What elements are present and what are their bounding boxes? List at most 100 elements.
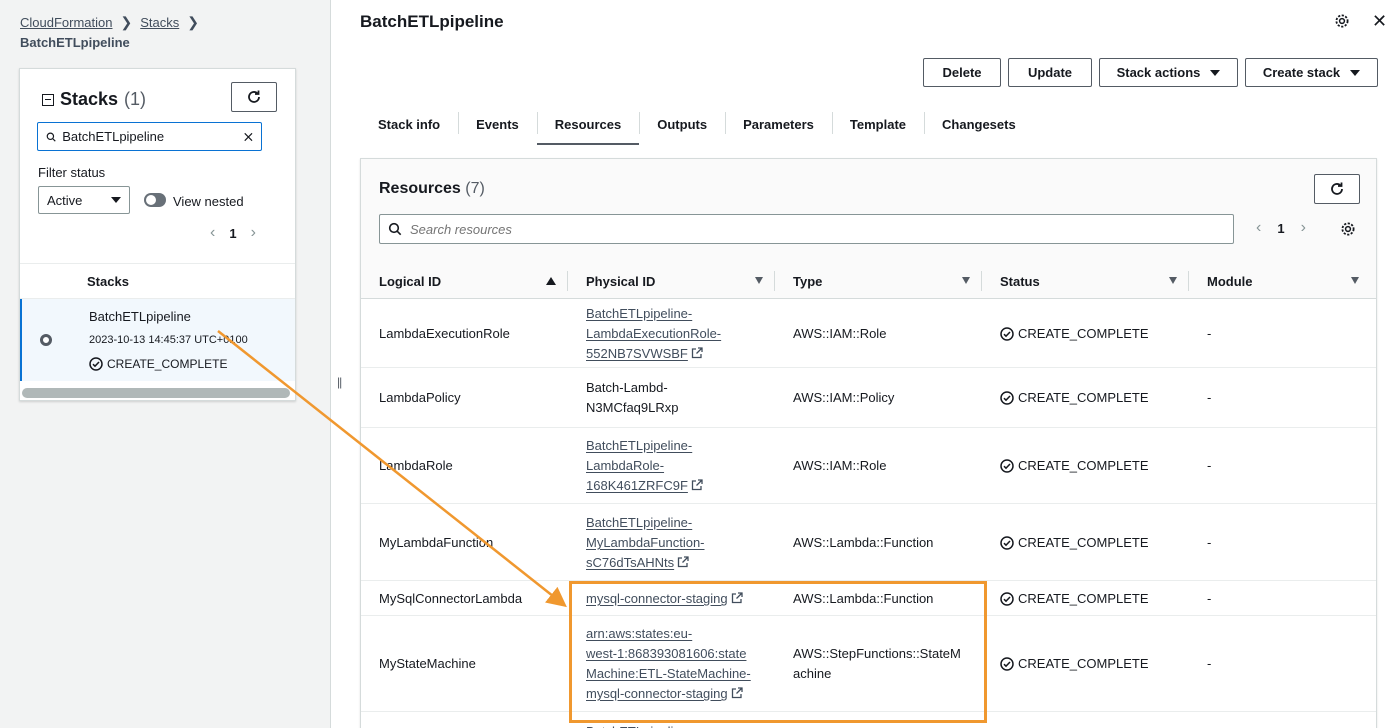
- refresh-icon: [1331, 182, 1343, 195]
- column-label: Physical ID: [586, 273, 656, 289]
- stacks-title: Stacks: [60, 89, 119, 109]
- stacks-card: Stacks (1) Filter status Active View nes…: [19, 68, 296, 401]
- logical-id-cell: MyStateMachine: [379, 656, 476, 671]
- column-header-logical-id[interactable]: Logical ID: [379, 263, 568, 299]
- page-title: BatchETLpipeline: [360, 12, 504, 31]
- physical-id-link[interactable]: BatchETLpipeline-: [586, 306, 692, 321]
- physical-id-link[interactable]: BatchETLpipeline-: [586, 515, 692, 530]
- physical-id-link[interactable]: BatchETLpipeline-: [586, 724, 692, 728]
- column-header-status[interactable]: Status: [1000, 263, 1189, 299]
- success-check-icon: [89, 357, 103, 371]
- table-row: LambdaExecutionRole BatchETLpipeline- Lamb…: [361, 300, 1376, 368]
- filter-status-select[interactable]: Active: [38, 186, 130, 214]
- sort-icon[interactable]: [755, 277, 763, 284]
- stacks-page-number[interactable]: 1: [229, 226, 236, 241]
- tab-changesets[interactable]: Changesets: [924, 104, 1034, 145]
- breadcrumb-current: BatchETLpipeline: [20, 35, 130, 50]
- update-button-label: Update: [1027, 65, 1073, 80]
- status-cell: CREATE_COMPLETE: [1000, 589, 1149, 609]
- physical-id-link[interactable]: sC76dTsAHNts: [586, 555, 674, 570]
- clear-icon[interactable]: [244, 131, 253, 143]
- column-header-type[interactable]: Type: [793, 263, 982, 299]
- resources-title-text: Resources: [379, 180, 461, 197]
- logical-id-cell: MySqlConnectorLambda: [379, 591, 523, 606]
- stack-actions-button[interactable]: Stack actions: [1099, 58, 1238, 87]
- sort-icon[interactable]: [1169, 277, 1177, 284]
- resources-search-input[interactable]: [410, 221, 1225, 237]
- chevron-right-icon: ❯: [187, 14, 199, 30]
- module-cell: -: [1207, 535, 1212, 550]
- sort-icon[interactable]: [1351, 277, 1359, 284]
- success-check-icon: [1000, 459, 1014, 473]
- stacks-header: Stacks (1): [42, 89, 146, 110]
- search-icon: [388, 222, 402, 236]
- physical-id-text: N3MCfaq9LRxp: [586, 400, 679, 415]
- resources-search-field[interactable]: [379, 214, 1234, 244]
- horizontal-scrollbar[interactable]: [22, 388, 290, 398]
- tab-template[interactable]: Template: [831, 104, 924, 145]
- physical-id-link[interactable]: 552NB7SVWSBF: [586, 346, 688, 361]
- stacks-search-input[interactable]: [62, 129, 239, 144]
- logical-id-cell: LambdaExecutionRole: [379, 326, 510, 341]
- stack-row-selected[interactable]: BatchETLpipeline 2023-10-13 14:45:37 UTC…: [20, 299, 295, 381]
- chevron-left-icon[interactable]: ‹: [1256, 219, 1261, 237]
- stack-name[interactable]: BatchETLpipeline: [89, 309, 191, 324]
- physical-id-link[interactable]: BatchETLpipeline-: [586, 438, 692, 453]
- stack-tabs: Stack info Events Resources Outputs Para…: [360, 104, 1034, 145]
- tab-stack-info[interactable]: Stack info: [360, 104, 458, 145]
- delete-button[interactable]: Delete: [923, 58, 1001, 87]
- stacks-refresh-button[interactable]: [231, 82, 277, 112]
- table-settings-gear-icon[interactable]: [1340, 221, 1356, 237]
- stack-radio[interactable]: [40, 334, 52, 346]
- status-text: CREATE_COMPLETE: [1018, 535, 1149, 550]
- tab-events[interactable]: Events: [458, 104, 537, 145]
- resources-pagination: ‹ 1 ›: [1256, 219, 1306, 237]
- resources-page-number[interactable]: 1: [1277, 221, 1284, 236]
- sort-icon[interactable]: [962, 277, 970, 284]
- stacks-pagination: ‹ 1 ›: [210, 224, 256, 242]
- chevron-right-icon[interactable]: ›: [1301, 219, 1306, 237]
- column-header-module[interactable]: Module: [1207, 263, 1371, 299]
- close-icon[interactable]: ✕: [1372, 11, 1387, 32]
- tab-resources[interactable]: Resources: [536, 104, 640, 145]
- view-nested-toggle[interactable]: [144, 193, 166, 207]
- chevron-left-icon[interactable]: ‹: [210, 224, 215, 242]
- logical-id-cell: MyLambdaFunction: [379, 535, 494, 550]
- module-cell: -: [1207, 591, 1212, 606]
- update-button[interactable]: Update: [1008, 58, 1092, 87]
- breadcrumb-cloudformation[interactable]: CloudFormation: [20, 15, 113, 30]
- chevron-right-icon[interactable]: ›: [251, 224, 256, 242]
- collapse-icon[interactable]: [42, 93, 54, 106]
- module-cell: -: [1207, 458, 1212, 473]
- module-cell: -: [1207, 326, 1212, 341]
- breadcrumb-stacks[interactable]: Stacks: [140, 15, 179, 30]
- view-nested-label: View nested: [173, 194, 244, 209]
- filter-status-label: Filter status: [38, 165, 106, 180]
- tab-outputs[interactable]: Outputs: [639, 104, 725, 145]
- column-label: Logical ID: [379, 273, 442, 289]
- type-cell: AWS::IAM::Policy: [793, 388, 894, 408]
- success-check-icon: [1000, 657, 1014, 671]
- tab-parameters[interactable]: Parameters: [725, 104, 832, 145]
- physical-id-cell: BatchETLpipeline- LambdaExecutionRole- 552…: [586, 304, 766, 364]
- stacks-column-header: Stacks: [20, 263, 295, 299]
- stack-status-text: CREATE_COMPLETE: [107, 357, 228, 371]
- physical-id-link[interactable]: 168K461ZRFC9F: [586, 478, 688, 493]
- column-header-physical-id[interactable]: Physical ID: [586, 263, 775, 299]
- resources-refresh-button[interactable]: [1314, 174, 1360, 204]
- physical-id-link[interactable]: MyLambdaFunction-: [586, 535, 705, 550]
- physical-id-link[interactable]: LambdaExecutionRole-: [586, 326, 721, 341]
- gear-icon[interactable]: [1334, 13, 1350, 29]
- resources-title: Resources (7): [379, 180, 485, 198]
- status-cell: CREATE_COMPLETE: [1000, 533, 1149, 553]
- panel-resize-handle[interactable]: ||: [337, 375, 342, 389]
- physical-id-link[interactable]: LambdaRole-: [586, 458, 664, 473]
- status-text: CREATE_COMPLETE: [1018, 326, 1149, 341]
- sort-ascending-icon[interactable]: [546, 277, 556, 285]
- highlight-box: [569, 581, 987, 723]
- create-stack-button[interactable]: Create stack: [1245, 58, 1378, 87]
- logical-id-cell: LambdaPolicy: [379, 390, 461, 405]
- stacks-search-field[interactable]: [37, 122, 262, 151]
- table-row: LambdaPolicy Batch-Lambd- N3MCfaq9LRxp AWS:…: [361, 368, 1376, 428]
- column-label: Type: [793, 273, 823, 289]
